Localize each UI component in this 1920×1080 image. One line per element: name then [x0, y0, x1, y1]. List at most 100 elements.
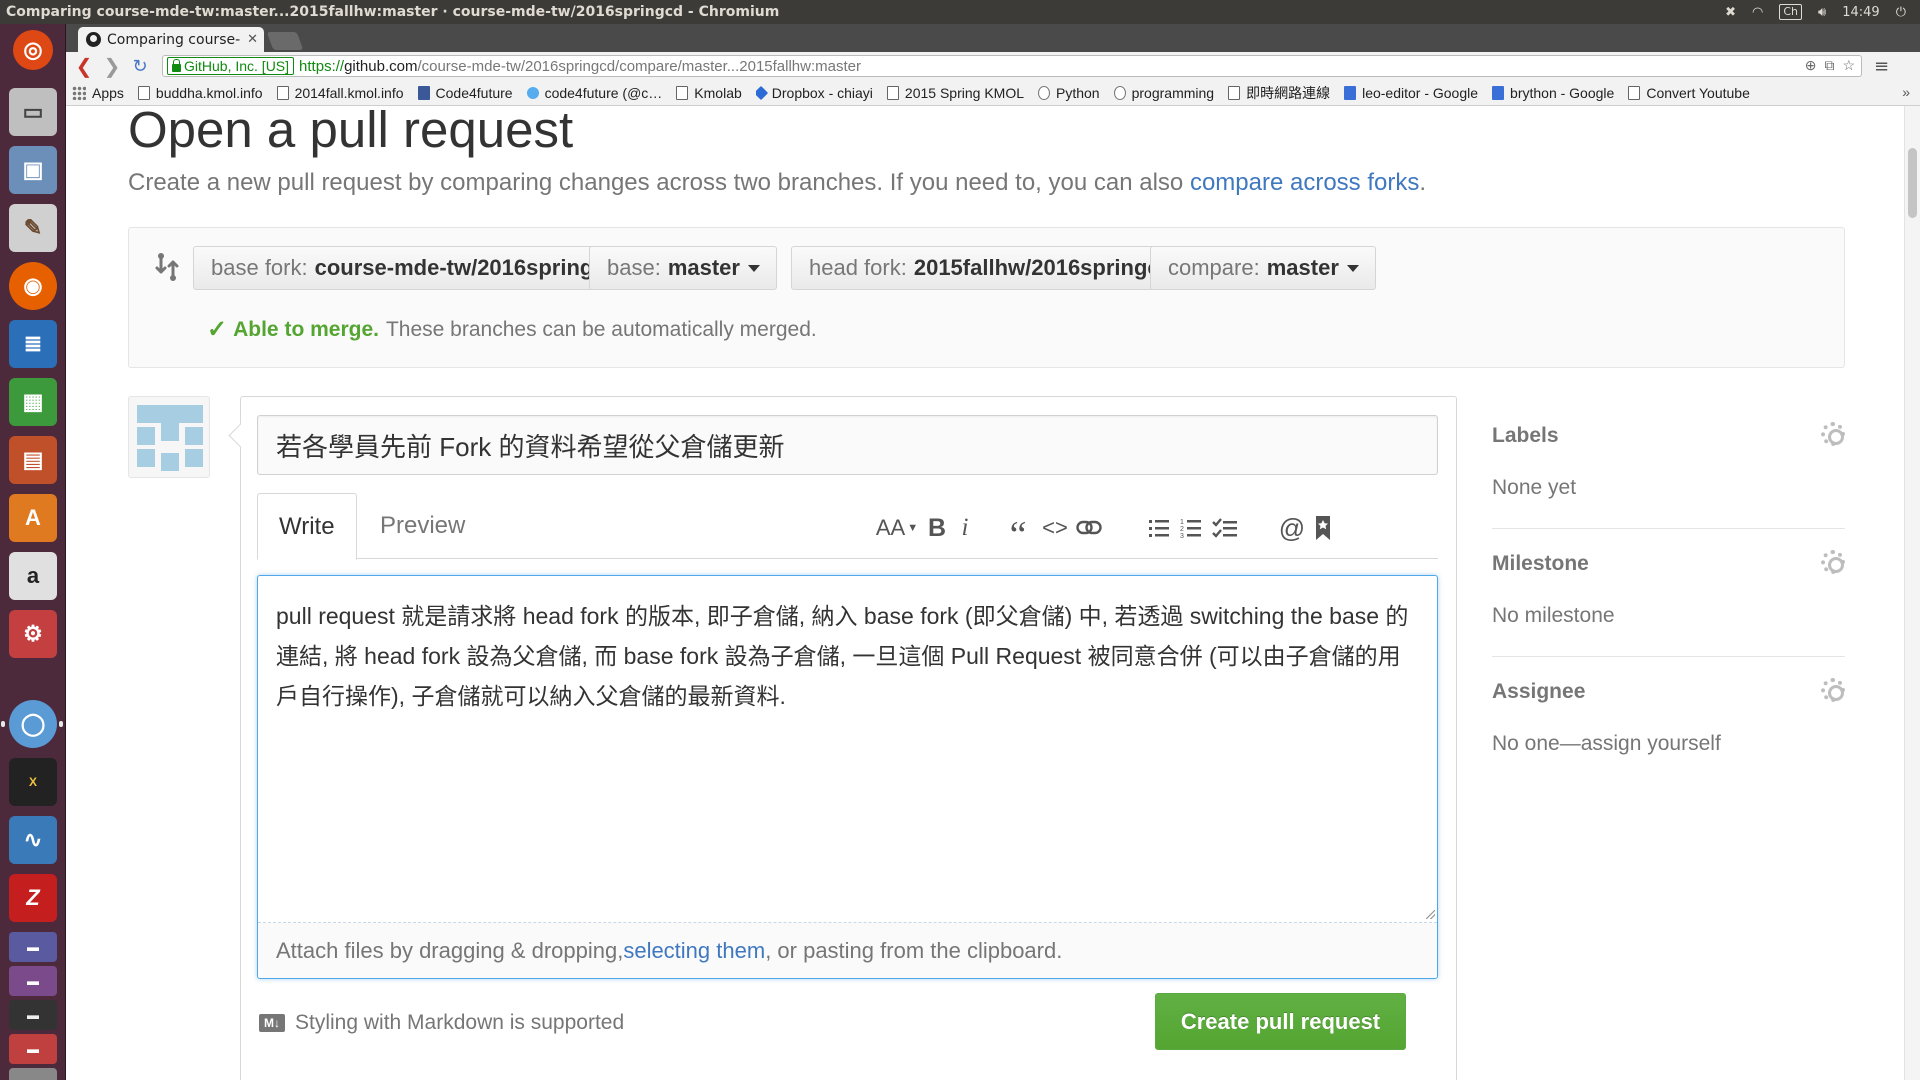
compare-branch-selector[interactable]: compare: master: [1150, 246, 1376, 290]
app-icon-4[interactable]: ▬: [9, 1034, 57, 1064]
wifi-icon[interactable]: ◠: [1752, 5, 1763, 20]
page-icon: [276, 85, 289, 100]
svg-text:1: 1: [1180, 519, 1184, 526]
link-button[interactable]: [1073, 513, 1105, 543]
back-arrow-icon[interactable]: ❮: [70, 54, 98, 78]
system-monitor-icon[interactable]: ∿: [9, 816, 57, 864]
xterm-icon[interactable]: X: [9, 758, 57, 806]
pr-body-editor[interactable]: pull request 就是請求將 head fork 的版本, 即子倉儲, …: [257, 575, 1438, 979]
mention-button[interactable]: @: [1276, 513, 1308, 543]
files-icon[interactable]: ▭: [9, 88, 57, 136]
ev-certificate-badge[interactable]: GitHub, Inc. [US]: [167, 57, 295, 75]
numbered-list-button[interactable]: 123: [1175, 513, 1207, 543]
compare-across-forks-link[interactable]: compare across forks: [1190, 169, 1419, 196]
volume-icon[interactable]: 🔊︎: [1818, 5, 1826, 20]
scrollbar-thumb[interactable]: [1908, 148, 1917, 218]
writer-icon[interactable]: ≣: [9, 320, 57, 368]
bookmark-item[interactable]: Apps: [72, 85, 124, 101]
base-fork-selector[interactable]: base fork: course-mde-tw/2016springcd: [193, 246, 657, 290]
bookmark-item[interactable]: leo-editor - Google: [1344, 85, 1478, 101]
app-icon-1[interactable]: ▬: [9, 932, 57, 962]
head-fork-selector[interactable]: head fork: 2015fallhw/2016springcd: [791, 246, 1211, 290]
pr-body-textarea[interactable]: pull request 就是請求將 head fork 的版本, 即子倉儲, …: [276, 596, 1421, 716]
attach-files-bar[interactable]: Attach files by dragging & dropping, sel…: [258, 923, 1437, 978]
bookmark-item[interactable]: buddha.kmol.info: [137, 85, 263, 101]
bookmark-item[interactable]: brython - Google: [1492, 85, 1614, 101]
milestone-value: No milestone: [1492, 604, 1615, 627]
bulleted-list-button[interactable]: [1143, 513, 1175, 543]
pr-title-input[interactable]: 若各學員先前 Fork 的資料希望從父倉儲更新: [257, 415, 1438, 475]
bookmark-item[interactable]: Dropbox - chiayi: [755, 85, 873, 101]
reload-icon[interactable]: ↻: [126, 56, 154, 77]
italic-button[interactable]: i: [949, 513, 981, 543]
translate-icon[interactable]: ⧉: [1824, 57, 1834, 74]
forward-arrow-icon[interactable]: ❯: [98, 54, 126, 78]
task-list-button[interactable]: [1209, 513, 1241, 543]
tab-preview[interactable]: Preview: [359, 493, 486, 559]
svg-text:2: 2: [1180, 526, 1184, 533]
bookmark-star-icon[interactable]: ☆: [1842, 57, 1855, 74]
svg-text:3: 3: [1180, 533, 1184, 539]
quote-button[interactable]: “: [1002, 513, 1034, 556]
resize-handle[interactable]: [1426, 910, 1435, 919]
bookmark-item[interactable]: Code4future: [417, 85, 513, 101]
impress-icon[interactable]: ▤: [9, 436, 57, 484]
mention-icon: @: [1278, 512, 1306, 543]
app-icon-2[interactable]: ▬: [9, 966, 57, 996]
assignee-value[interactable]: No one—assign yourself: [1492, 732, 1845, 756]
page-subtitle: Create a new pull request by comparing c…: [128, 169, 1426, 197]
select-files-link[interactable]: selecting them: [623, 938, 765, 964]
page-icon: [676, 85, 689, 100]
dropbox-tray-icon[interactable]: ✖: [1725, 5, 1736, 20]
base-fork-label: base fork:: [211, 255, 308, 280]
identicon-pixel: [137, 427, 155, 445]
filezilla-icon[interactable]: Z: [9, 874, 57, 922]
chromium-icon[interactable]: ◯: [9, 700, 57, 748]
system-settings-icon[interactable]: ⚙: [9, 610, 57, 658]
software-center-icon[interactable]: A: [9, 494, 57, 542]
text-size-button[interactable]: AA ▼: [875, 513, 919, 543]
bookmark-label: programming: [1131, 84, 1215, 101]
zoom-icon[interactable]: ⊕: [1805, 57, 1817, 74]
address-bar[interactable]: GitHub, Inc. [US] https://github.com/cou…: [162, 55, 1862, 77]
identicon-pixel: [161, 453, 179, 471]
avatar[interactable]: [128, 396, 210, 478]
firefox-icon[interactable]: ◉: [9, 262, 57, 310]
browser-menu-icon[interactable]: ≡: [1874, 56, 1889, 77]
computer-icon[interactable]: ▣: [9, 146, 57, 194]
browser-tab[interactable]: Comparing course-m ✕: [78, 27, 264, 52]
new-tab-button[interactable]: [266, 32, 304, 50]
bookmark-item[interactable]: code4future (@c…: [526, 85, 662, 101]
bookmark-item[interactable]: programming: [1113, 84, 1215, 101]
subtitle-text: Create a new pull request by comparing c…: [128, 169, 1190, 196]
power-icon[interactable]: ⏻: [1896, 5, 1906, 20]
close-tab-icon[interactable]: ✕: [241, 32, 264, 47]
lock-icon: [172, 58, 181, 72]
amazon-icon[interactable]: a: [9, 552, 57, 600]
bookmark-item[interactable]: 2015 Spring KMOL: [886, 85, 1024, 101]
code-button[interactable]: <>: [1039, 513, 1071, 543]
input-method-indicator[interactable]: Ch: [1779, 4, 1803, 20]
labels-value: None yet: [1492, 476, 1577, 499]
bookmark-item[interactable]: 2014fall.kmol.info: [276, 85, 404, 101]
bookmark-item[interactable]: Python: [1038, 85, 1100, 101]
bookmark-item[interactable]: Convert Youtube: [1628, 85, 1750, 101]
trash-icon[interactable]: ▬: [9, 1068, 57, 1080]
tab-write[interactable]: Write: [257, 493, 357, 560]
text-editor-icon[interactable]: ✎: [9, 204, 57, 252]
bookmark-item[interactable]: 即時網路連線: [1228, 83, 1330, 103]
dash-home-icon[interactable]: ◎: [13, 30, 53, 70]
clock[interactable]: 14:49: [1842, 5, 1879, 20]
saved-reply-button[interactable]: [1307, 513, 1339, 543]
bookmark-item[interactable]: Kmolab: [676, 85, 742, 101]
app-icon-3[interactable]: ▬: [9, 1000, 57, 1030]
calc-icon[interactable]: ▦: [9, 378, 57, 426]
labels-gear-icon[interactable]: [1821, 422, 1845, 446]
assignee-gear-icon[interactable]: [1821, 678, 1845, 702]
focused-indicator: [59, 721, 63, 727]
milestone-gear-icon[interactable]: [1821, 550, 1845, 574]
base-branch-selector[interactable]: base: master: [589, 246, 777, 290]
bookmarks-overflow-icon[interactable]: »: [1902, 84, 1910, 100]
page-scrollbar[interactable]: [1904, 106, 1920, 1080]
create-pull-request-button[interactable]: Create pull request: [1155, 993, 1406, 1050]
